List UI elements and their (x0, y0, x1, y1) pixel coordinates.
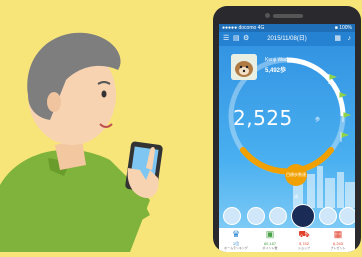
photo-thumbnail[interactable] (247, 207, 265, 225)
profile-name: Kenji Wada (265, 57, 291, 63)
date-label: 2015/11/08(日) (267, 36, 307, 42)
status-bar: ●●●●● docomo 4G ■ 100% (219, 24, 355, 32)
speaker-grille (273, 14, 303, 18)
carrier-label: ●●●●● docomo 4G (222, 25, 265, 31)
smartphone: ●●●●● docomo 4G ■ 100% ☰ ▤ ⚙ 2015/11/08(… (213, 6, 361, 252)
menu-icon[interactable]: ☰ (223, 34, 229, 44)
progress-arc-highlight (286, 57, 346, 117)
tab-label: ホームランキング (224, 246, 248, 250)
profile-rank: 5,492歩 (265, 68, 287, 74)
cart-icon: ⛟ (298, 229, 310, 239)
battery-label: ■ 100% (334, 25, 352, 31)
tab-present[interactable]: ▦ 6,243 プレゼント (321, 228, 355, 252)
graph-icon[interactable]: ▤ (233, 34, 240, 44)
photo-icon-row (219, 204, 355, 228)
home-icon: ♛ (231, 229, 241, 239)
gift-icon: ▦ (333, 229, 343, 239)
app-screen: ●●●●● docomo 4G ■ 100% ☰ ▤ ⚙ 2015/11/08(… (219, 24, 355, 252)
photo-thumbnail[interactable] (223, 207, 241, 225)
bottom-tab-bar: ♛ 1位 ホームランキング ▣ 80,187 ポイント数 ⛟ 5,742 ショッ… (219, 228, 355, 252)
calendar-icon[interactable]: ▦ (334, 34, 341, 44)
tab-label: プレゼント (330, 246, 346, 250)
tab-points[interactable]: ▣ 80,187 ポイント数 (253, 228, 287, 252)
money-icon: ▣ (265, 229, 275, 239)
dog-avatar-icon (231, 54, 257, 80)
step-count: 2,525 (233, 106, 293, 130)
bell-icon[interactable]: ♪ (348, 34, 352, 44)
step-unit: 歩 (315, 117, 321, 123)
top-nav: ☰ ▤ ⚙ 2015/11/08(日) ▦ ♪ (219, 32, 355, 46)
tab-shop[interactable]: ⛟ 5,742 ショップ (287, 228, 321, 252)
avatar[interactable] (231, 54, 257, 80)
photo-thumbnail[interactable] (269, 207, 287, 225)
goal-button[interactable]: 目標歩数達成 (285, 164, 307, 199)
front-camera (265, 13, 270, 18)
photo-thumbnail-selected[interactable] (291, 204, 315, 228)
tab-label: ショップ (297, 246, 310, 250)
tab-home[interactable]: ♛ 1位 ホームランキング (219, 228, 253, 252)
tab-label: ポイント数 (262, 246, 278, 250)
eye (101, 90, 107, 98)
ear (47, 92, 61, 112)
settings-icon[interactable]: ⚙ (243, 34, 249, 44)
photo-thumbnail[interactable] (339, 207, 355, 225)
photo-thumbnail[interactable] (319, 207, 337, 225)
